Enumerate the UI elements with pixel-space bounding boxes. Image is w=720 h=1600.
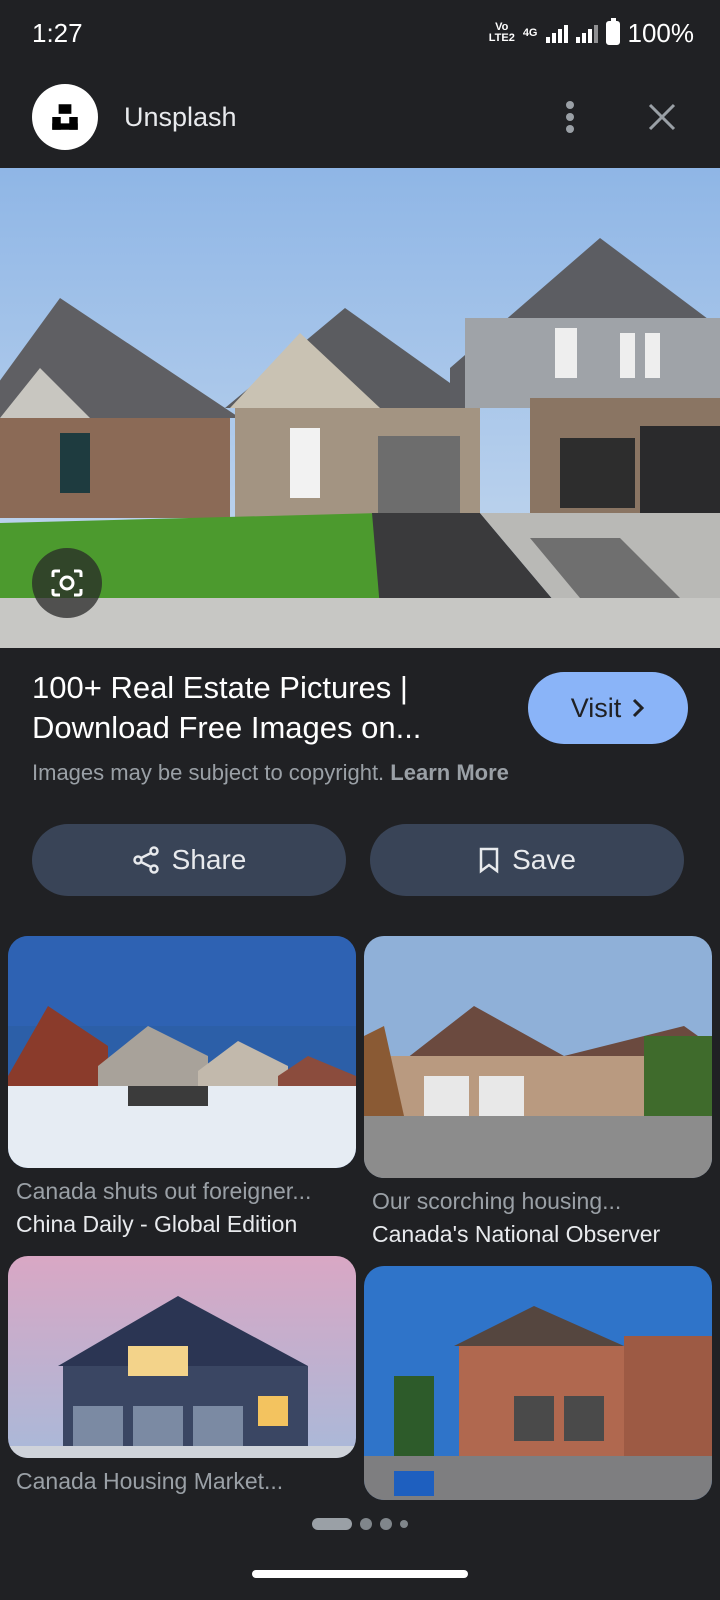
signal-icon xyxy=(545,23,568,43)
copyright-notice: Images may be subject to copyright. Lear… xyxy=(32,760,509,786)
related-source: Canada's National Observer xyxy=(372,1221,661,1247)
related-image[interactable] xyxy=(364,1266,712,1500)
status-bar: 1:27 Vo LTE2 4G 100% xyxy=(0,0,720,66)
status-time: 1:27 xyxy=(32,17,83,48)
unsplash-logo-icon[interactable] xyxy=(32,84,98,150)
bookmark-icon xyxy=(479,847,499,874)
page-dot-active xyxy=(312,1518,352,1530)
signal-icon-2 xyxy=(575,23,598,43)
related-caption: Our scorching housing... xyxy=(372,1188,622,1214)
related-image[interactable] xyxy=(8,936,356,1168)
learn-more-link[interactable]: Learn More xyxy=(390,760,509,785)
related-source: China Daily - Global Edition xyxy=(16,1211,298,1237)
visit-button[interactable]: Visit xyxy=(528,672,688,744)
main-image[interactable] xyxy=(0,168,720,648)
related-card[interactable]: Our scorching housing... Canada's Nation… xyxy=(364,936,712,1248)
chevron-right-icon xyxy=(633,698,645,718)
more-vert-icon[interactable] xyxy=(544,91,596,143)
related-card[interactable]: Canada Housing Market... xyxy=(8,1256,356,1495)
page-indicator xyxy=(0,1518,720,1530)
copyright-text: Images may be subject to copyright. xyxy=(32,760,385,785)
volte-icon: Vo LTE2 xyxy=(488,21,515,44)
lens-icon xyxy=(51,569,83,597)
battery-percent: 100% xyxy=(627,17,695,48)
related-card[interactable]: Canada shuts out foreigner... China Dail… xyxy=(8,936,356,1238)
related-image[interactable] xyxy=(8,1256,356,1458)
page-dot xyxy=(380,1518,392,1530)
site-name[interactable]: Unsplash xyxy=(124,102,504,133)
page-dot xyxy=(400,1520,408,1528)
close-icon[interactable] xyxy=(636,91,688,143)
result-header: Unsplash xyxy=(0,66,720,168)
save-button[interactable]: Save xyxy=(370,824,684,896)
share-label: Share xyxy=(171,844,247,875)
lens-search-button[interactable] xyxy=(32,548,102,618)
related-card[interactable] xyxy=(364,1266,712,1500)
related-caption: Canada Housing Market... xyxy=(16,1468,284,1494)
battery-icon xyxy=(605,18,620,45)
related-caption: Canada shuts out foreigner... xyxy=(16,1178,312,1204)
home-gesture-bar[interactable] xyxy=(252,1570,468,1578)
share-button[interactable]: Share xyxy=(32,824,346,896)
related-image[interactable] xyxy=(364,936,712,1178)
save-label: Save xyxy=(512,844,576,875)
share-icon xyxy=(132,846,159,874)
visit-label: Visit xyxy=(570,692,622,723)
network-type: 4G xyxy=(522,27,538,39)
result-title[interactable]: 100+ Real Estate Pictures | Download Fre… xyxy=(32,668,492,748)
page-dot xyxy=(360,1518,372,1530)
status-icons: Vo LTE2 4G 100% xyxy=(489,18,694,49)
